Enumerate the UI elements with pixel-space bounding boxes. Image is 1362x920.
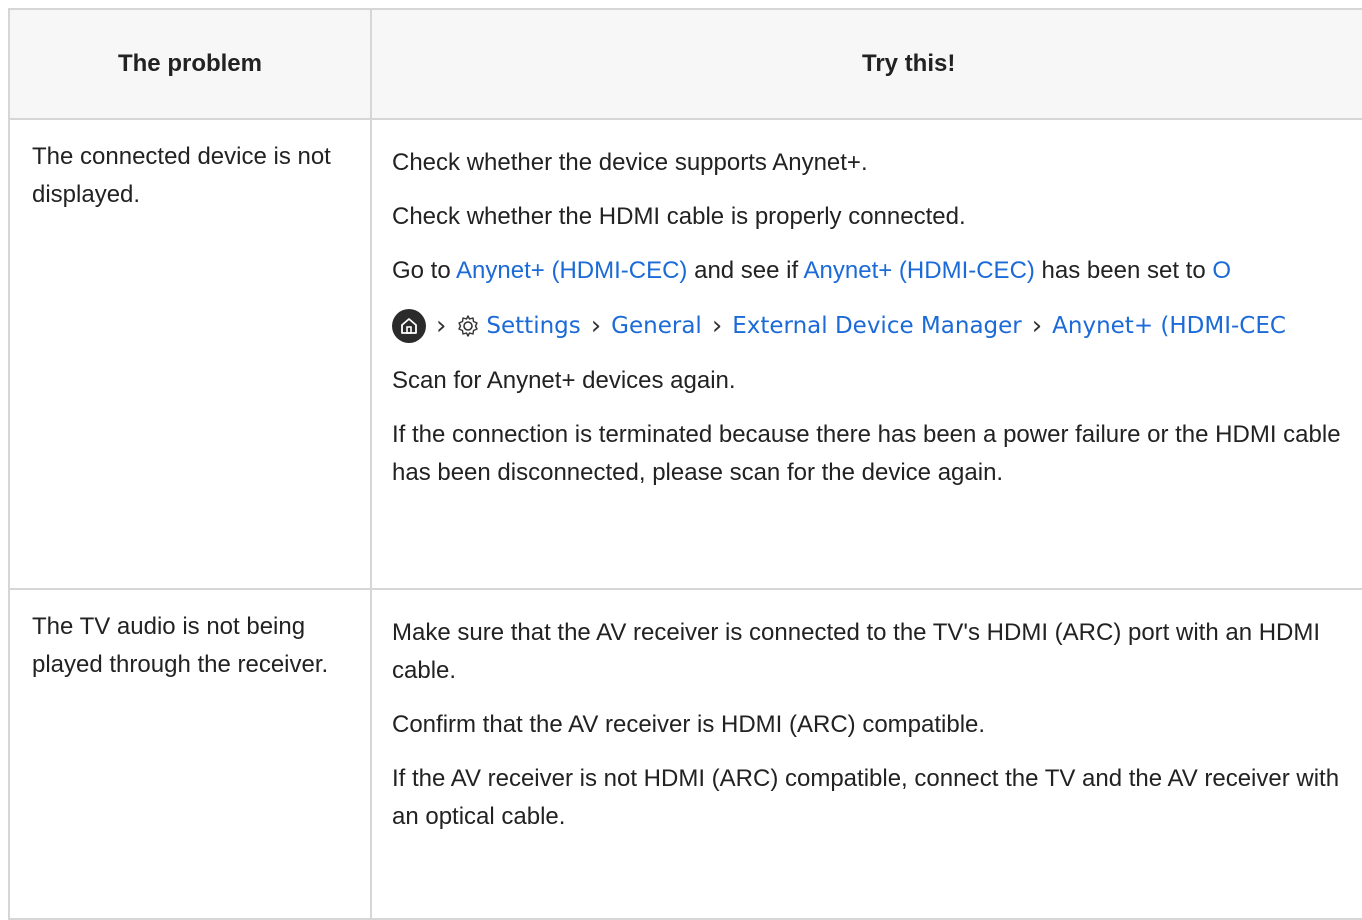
solution-cell: Check whether the device supports Anynet… [370, 118, 1362, 590]
gear-icon [456, 314, 480, 338]
step-text: Confirm that the AV receiver is HDMI (AR… [392, 711, 986, 738]
path-general[interactable]: General [611, 307, 702, 345]
step-text: If the connection is terminated because … [392, 421, 1341, 486]
step-text: Make sure that the AV receiver is connec… [392, 619, 1321, 684]
step-text: Scan for Anynet+ devices again. [392, 367, 736, 394]
on-value-link[interactable]: O [1212, 257, 1231, 284]
step-text: If the AV receiver is not HDMI (ARC) com… [392, 765, 1340, 830]
step-text: Check whether the device supports Anynet… [392, 149, 868, 176]
anynet-link[interactable]: Anynet+ (HDMI-CEC) [456, 257, 687, 284]
table-row: The TV audio is not being played through… [8, 588, 1362, 920]
solution-cell: Make sure that the AV receiver is connec… [370, 588, 1362, 920]
path-anynet[interactable]: Anynet+ (HDMI-CEC [1052, 307, 1286, 345]
header-solution: Try this! [370, 8, 1362, 120]
home-icon[interactable] [392, 309, 426, 343]
step-text: Check whether the HDMI cable is properly… [392, 203, 966, 230]
goto-text: Go to Anynet+ (HDMI-CEC) and see if Anyn… [392, 257, 1232, 284]
chevron-right-icon: › [711, 311, 723, 341]
path-external-device-manager[interactable]: External Device Manager [732, 307, 1022, 345]
header-problem: The problem [8, 8, 372, 120]
chevron-right-icon: › [590, 311, 602, 341]
path-settings[interactable]: Settings [486, 307, 580, 345]
anynet-link[interactable]: Anynet+ (HDMI-CEC) [804, 257, 1035, 284]
table-row: The connected device is not displayed. C… [8, 118, 1362, 590]
settings-path: › Settings › General › External Device M… [392, 306, 1362, 346]
troubleshooting-table: The problem Try this! The connected devi… [8, 8, 1362, 920]
problem-cell: The TV audio is not being played through… [8, 588, 372, 920]
table-header-row: The problem Try this! [8, 8, 1362, 120]
problem-cell: The connected device is not displayed. [8, 118, 372, 590]
chevron-right-icon: › [1031, 311, 1043, 341]
chevron-right-icon: › [436, 311, 447, 341]
